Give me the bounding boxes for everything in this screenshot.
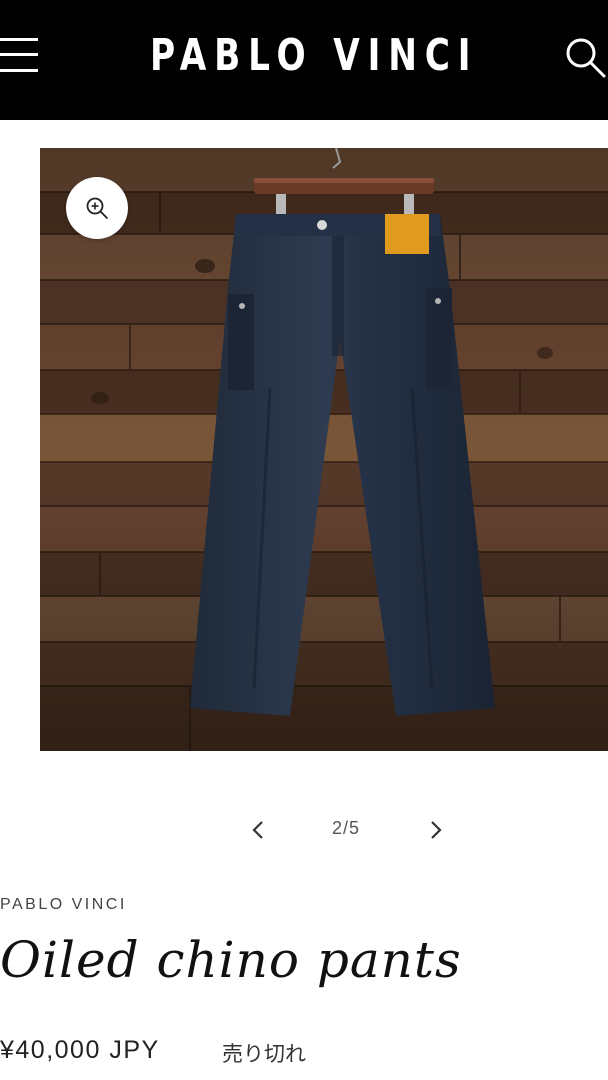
gallery-counter: 2/5 <box>331 818 361 838</box>
product-title: Oiled chino pants <box>0 931 462 989</box>
gallery-pager: 2/5 <box>0 810 608 850</box>
chevron-left-icon[interactable] <box>240 812 276 848</box>
brand-logo[interactable]: PABLO VINCI <box>67 28 541 84</box>
chevron-right-icon[interactable] <box>418 812 454 848</box>
site-header: PABLO VINCI <box>0 0 608 120</box>
product-vendor: PABLO VINCI <box>0 896 127 913</box>
sold-out-badge: 売り切れ <box>222 1043 306 1066</box>
product-price: ¥40,000 JPY <box>0 1036 160 1064</box>
product-image[interactable] <box>40 148 608 751</box>
hamburger-menu-icon[interactable] <box>0 36 40 76</box>
zoom-in-icon[interactable] <box>66 177 128 239</box>
search-icon[interactable] <box>562 34 608 80</box>
